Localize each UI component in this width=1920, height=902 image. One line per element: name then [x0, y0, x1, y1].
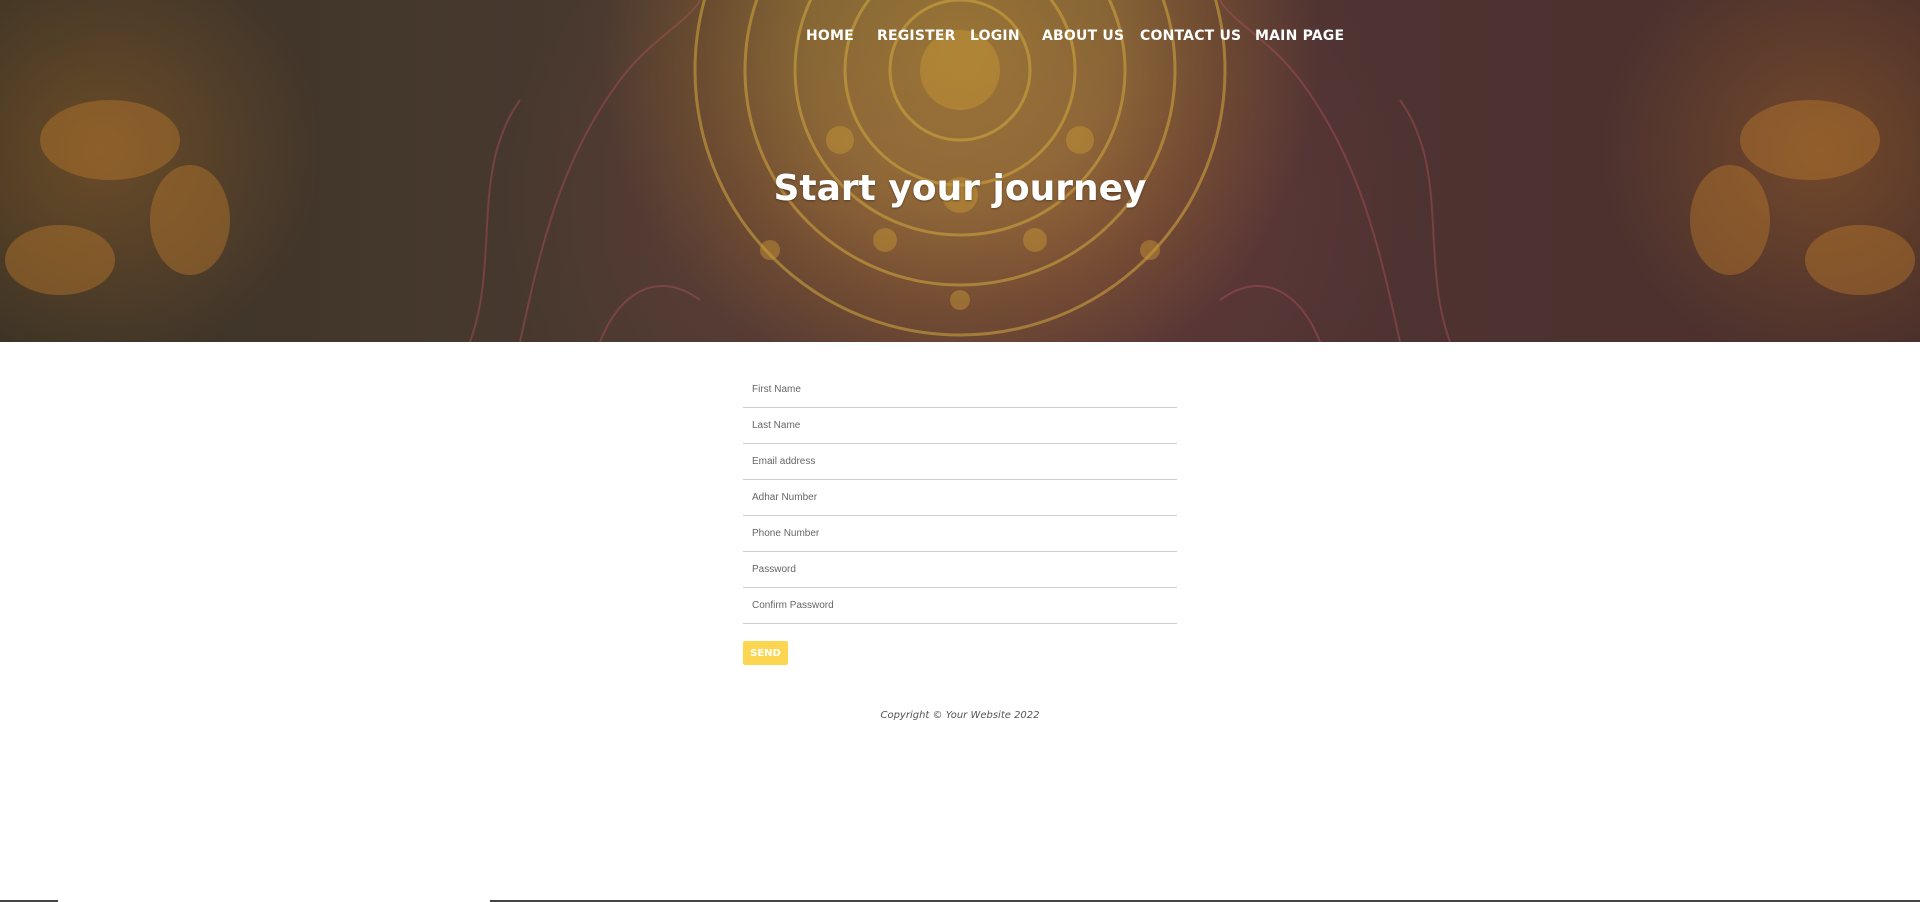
nav-contact-us-link[interactable]: CONTACT US: [1140, 28, 1241, 44]
nav-home-link[interactable]: HOME: [806, 28, 854, 44]
nav-register-link[interactable]: REGISTER: [877, 28, 956, 44]
copyright-text: Copyright © Your Website 2022: [880, 710, 1040, 721]
adhar-number-input[interactable]: [743, 480, 1177, 516]
phone-number-input[interactable]: [743, 516, 1177, 552]
nav-main-page-link[interactable]: MAIN PAGE: [1255, 28, 1344, 44]
main-nav: HOME REGISTER LOGIN ABOUT US CONTACT US …: [0, 28, 1920, 52]
password-input[interactable]: [743, 552, 1177, 588]
confirm-password-input[interactable]: [743, 588, 1177, 624]
nav-about-us-link[interactable]: ABOUT US: [1042, 28, 1124, 44]
nav-login-link[interactable]: LOGIN: [970, 28, 1020, 44]
hero-banner: HOME REGISTER LOGIN ABOUT US CONTACT US …: [0, 0, 1920, 342]
first-name-input[interactable]: [743, 372, 1177, 408]
registration-form: [743, 372, 1177, 624]
email-input[interactable]: [743, 444, 1177, 480]
send-button[interactable]: SEND: [743, 641, 788, 665]
last-name-input[interactable]: [743, 408, 1177, 444]
page-title: Start your journey: [773, 168, 1147, 209]
